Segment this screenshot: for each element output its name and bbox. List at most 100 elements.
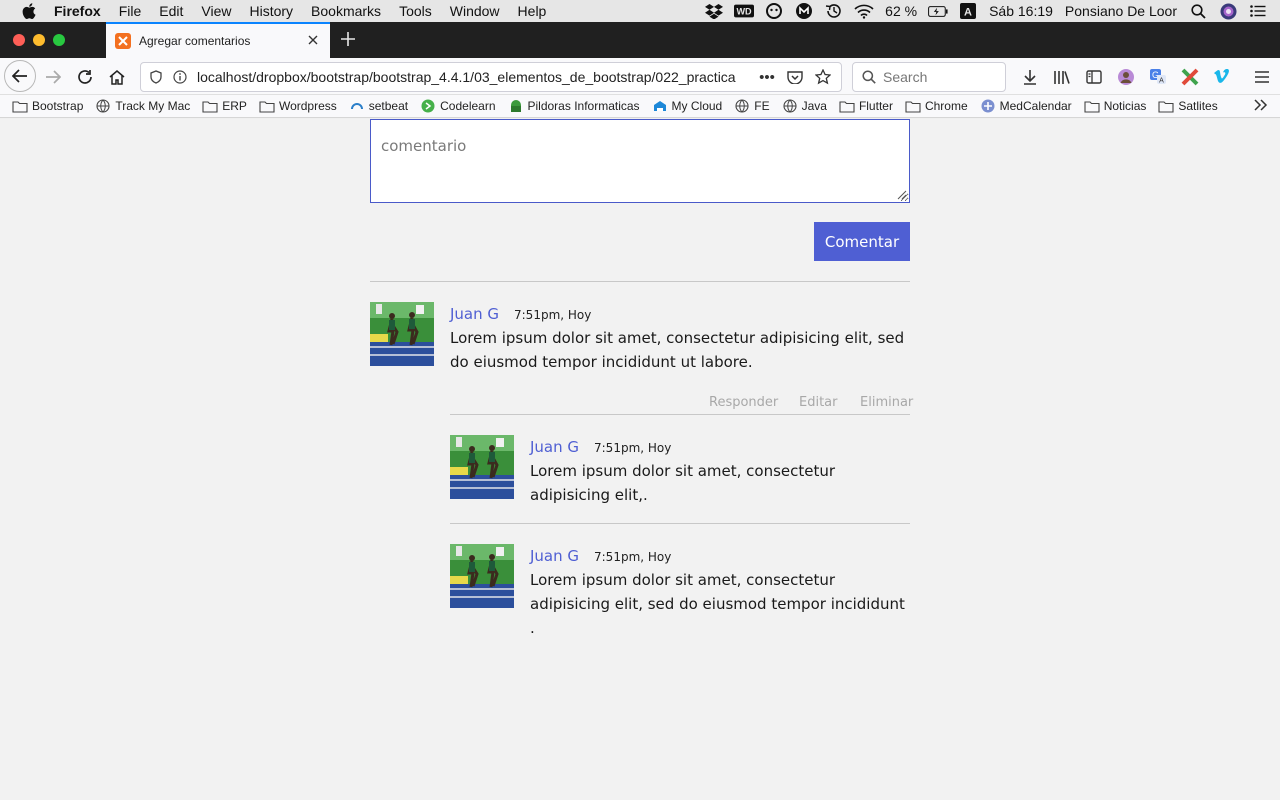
notification-center-icon[interactable]: [1248, 3, 1268, 19]
input-source-icon[interactable]: A: [958, 3, 978, 19]
avatar: [450, 435, 514, 499]
zoom-window-button[interactable]: [53, 34, 65, 46]
bookmark-label: My Cloud: [671, 99, 723, 113]
search-bar[interactable]: [852, 62, 1006, 92]
spotlight-search-icon[interactable]: [1188, 3, 1208, 19]
bookmark-setbeat[interactable]: setbeat: [349, 99, 408, 113]
app-menu-firefox[interactable]: Firefox: [54, 3, 101, 19]
navigation-toolbar: localhost/dropbox/bootstrap/bootstrap_4.…: [0, 58, 1280, 95]
bookmark-flutter[interactable]: Flutter: [839, 99, 893, 113]
edit-link[interactable]: Editar: [799, 395, 838, 410]
site-info-icon[interactable]: [171, 68, 189, 86]
bookmark-noticias[interactable]: Noticias: [1084, 99, 1146, 113]
close-tab-icon[interactable]: [304, 31, 322, 49]
reply-text: Lorem ipsum dolor sit amet, consectetur …: [530, 571, 905, 637]
page-actions-more-icon[interactable]: •••: [755, 68, 779, 86]
battery-charging-icon[interactable]: [928, 3, 948, 19]
bookmark-satlites[interactable]: Satlites: [1158, 99, 1218, 113]
delete-link[interactable]: Eliminar: [860, 395, 913, 410]
bookmark-star-icon[interactable]: [811, 68, 835, 86]
menu-bookmarks[interactable]: Bookmarks: [311, 3, 381, 19]
new-tab-button[interactable]: [337, 27, 359, 51]
bookmark-fe[interactable]: FE: [734, 99, 770, 113]
bookmark-pildoras-informaticas[interactable]: Pildoras Informaticas: [508, 99, 640, 113]
xmarks-extension-icon[interactable]: [1174, 62, 1206, 92]
minimize-window-button[interactable]: [33, 34, 45, 46]
menu-edit[interactable]: Edit: [159, 3, 183, 19]
bookmark-label: Codelearn: [440, 99, 496, 113]
globe-icon: [734, 99, 750, 113]
comment-author[interactable]: Juan G: [450, 305, 499, 323]
menu-window[interactable]: Window: [450, 3, 500, 19]
library-icon[interactable]: [1046, 62, 1078, 92]
menubar-user[interactable]: Ponsiano De Loor: [1065, 3, 1177, 19]
url-text[interactable]: localhost/dropbox/bootstrap/bootstrap_4.…: [197, 69, 745, 85]
wd-drive-icon[interactable]: WD: [734, 3, 755, 19]
bookmark-label: Satlites: [1178, 99, 1218, 113]
pildoras-icon: [508, 99, 524, 113]
malwarebytes-icon[interactable]: [794, 3, 814, 19]
ghost-icon[interactable]: [764, 3, 784, 19]
pocket-icon[interactable]: [783, 68, 807, 86]
bookmark-erp[interactable]: ERP: [202, 99, 247, 113]
folder-icon: [1084, 99, 1100, 113]
menu-file[interactable]: File: [119, 3, 142, 19]
comment-divider: [450, 414, 910, 415]
reload-button[interactable]: [70, 62, 100, 92]
bookmark-wordpress[interactable]: Wordpress: [259, 99, 337, 113]
reply-author[interactable]: Juan G: [530, 438, 579, 456]
bookmark-label: Wordpress: [278, 99, 337, 113]
menu-tools[interactable]: Tools: [399, 3, 432, 19]
url-bar[interactable]: localhost/dropbox/bootstrap/bootstrap_4.…: [140, 62, 842, 92]
bookmark-label: ERP: [222, 99, 247, 113]
bookmark-bootstrap[interactable]: Bootstrap: [12, 99, 83, 113]
bookmark-codelearn[interactable]: Codelearn: [420, 99, 496, 113]
bookmark-label: MedCalendar: [999, 99, 1072, 113]
tracking-shield-icon[interactable]: [147, 68, 165, 86]
reply-timestamp: 7:51pm, Hoy: [594, 550, 672, 564]
translate-extension-icon[interactable]: GA: [1142, 62, 1174, 92]
wifi-icon[interactable]: [854, 3, 874, 19]
forward-button[interactable]: [38, 62, 68, 92]
bookmark-chrome[interactable]: Chrome: [905, 99, 968, 113]
folder-icon: [1158, 99, 1174, 113]
xampp-favicon-icon: [115, 33, 131, 49]
comment-textarea[interactable]: [370, 119, 910, 203]
bookmarks-overflow-chevron-icon[interactable]: [1254, 98, 1268, 116]
home-button[interactable]: [102, 62, 132, 92]
bookmark-java[interactable]: Java: [782, 99, 827, 113]
resize-handle-icon[interactable]: [895, 188, 907, 200]
menu-history[interactable]: History: [249, 3, 293, 19]
reply-timestamp: 7:51pm, Hoy: [594, 441, 672, 455]
search-input[interactable]: [883, 69, 1003, 85]
bookmark-my-cloud[interactable]: My Cloud: [652, 99, 723, 113]
reply-author[interactable]: Juan G: [530, 547, 579, 565]
downloads-icon[interactable]: [1014, 62, 1046, 92]
bookmarks-toolbar: Bootstrap Track My Mac ERP Wordpress setbeat…: [0, 95, 1280, 118]
menu-help[interactable]: Help: [518, 3, 547, 19]
app-menu-hamburger-icon[interactable]: [1246, 62, 1278, 92]
runner-photo-icon: [370, 302, 434, 366]
siri-icon[interactable]: [1218, 3, 1238, 19]
bookmark-label: Chrome: [924, 99, 968, 113]
folder-icon: [202, 99, 218, 113]
tab-agregar-comentarios[interactable]: Agregar comentarios: [106, 22, 330, 58]
close-window-button[interactable]: [13, 34, 25, 46]
sidebar-toggle-icon[interactable]: [1078, 62, 1110, 92]
time-machine-icon[interactable]: [824, 3, 844, 19]
bookmark-label: FE: [754, 99, 770, 113]
apple-menu-icon[interactable]: [18, 3, 40, 19]
comment-submit-button[interactable]: Comentar: [814, 222, 910, 261]
cloud-icon: [652, 99, 668, 113]
back-button[interactable]: [4, 60, 36, 92]
menu-view[interactable]: View: [201, 3, 231, 19]
bookmark-medcalendar[interactable]: MedCalendar: [980, 99, 1072, 113]
vimeo-extension-icon[interactable]: [1206, 62, 1238, 92]
profile-avatar-icon[interactable]: [1110, 62, 1142, 92]
menubar-clock[interactable]: Sáb 16:19: [989, 3, 1053, 19]
runner-photo-icon: [450, 544, 514, 608]
reply-link[interactable]: Responder: [709, 395, 778, 410]
form-divider: [370, 281, 910, 282]
dropbox-icon[interactable]: [704, 3, 724, 19]
bookmark-track-my-mac[interactable]: Track My Mac: [95, 99, 190, 113]
